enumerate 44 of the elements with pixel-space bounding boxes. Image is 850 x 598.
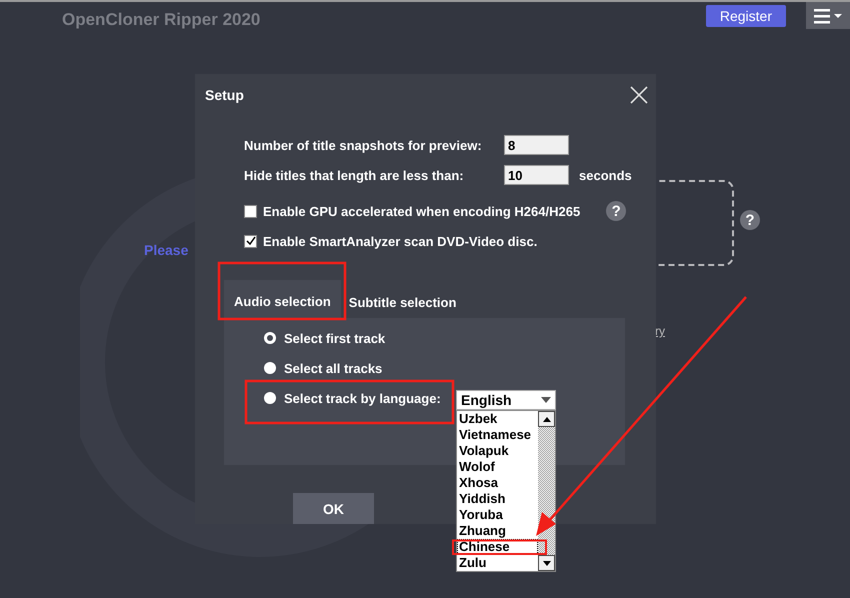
number-field[interactable]: 8 (504, 135, 569, 155)
radio-button[interactable] (264, 332, 276, 344)
checkbox-label: Enable SmartAnalyzer scan DVD-Video disc. (263, 234, 538, 248)
hint-text: Please (144, 242, 188, 258)
list-option[interactable]: Chinese (457, 539, 538, 555)
radio-button[interactable] (264, 392, 276, 404)
checkbox[interactable] (244, 234, 257, 248)
number-field[interactable]: 10 (504, 165, 569, 185)
checkbox-label: Enable GPU accelerated when encoding H264/H265 (263, 204, 580, 218)
tab[interactable]: Subtitle selection (340, 295, 464, 318)
help-icon[interactable]: ? (740, 210, 760, 230)
list-option[interactable]: Yoruba (457, 507, 538, 523)
list-option[interactable]: Xhosa (457, 475, 538, 491)
menu-button[interactable] (806, 2, 850, 29)
list-option[interactable]: Zulu (457, 555, 538, 571)
dialog-title: Setup (205, 87, 244, 103)
radio-button[interactable] (264, 362, 276, 374)
link[interactable]: ry (655, 324, 665, 338)
language-dropdown[interactable]: English (456, 390, 556, 410)
up-arrow-icon (542, 416, 550, 422)
field-label: Hide titles that length are less than: (244, 168, 465, 182)
radio-label: Select first track (284, 330, 386, 346)
down-arrow-icon (542, 560, 550, 566)
list-option[interactable]: Yiddish (457, 491, 538, 507)
field-label: Number of title snapshots for preview: (244, 138, 483, 152)
close-icon[interactable] (630, 86, 648, 104)
list-option[interactable]: Wolof (457, 459, 538, 475)
radio-label: Select track by language: (284, 390, 441, 406)
list-option[interactable]: Zhuang (457, 523, 538, 539)
register-button[interactable]: Register (706, 5, 786, 27)
scroll-up-button[interactable] (538, 411, 555, 427)
unit-label: seconds (579, 168, 632, 182)
list-option[interactable]: Volapuk (457, 443, 538, 459)
menu-icon (812, 8, 844, 24)
ok-button[interactable]: OK (293, 493, 374, 524)
checkbox[interactable] (244, 204, 257, 218)
help-icon[interactable]: ? (606, 201, 626, 221)
list-option[interactable]: Uzbek (457, 411, 538, 427)
caret-icon (541, 397, 551, 403)
app-title: OpenCloner Ripper 2020 (62, 10, 260, 30)
list-option[interactable]: Vietnamese (457, 427, 538, 443)
radio-label: Select all tracks (284, 360, 382, 376)
scroll-down-button[interactable] (538, 555, 555, 571)
tab[interactable]: Audio selection (224, 280, 341, 318)
